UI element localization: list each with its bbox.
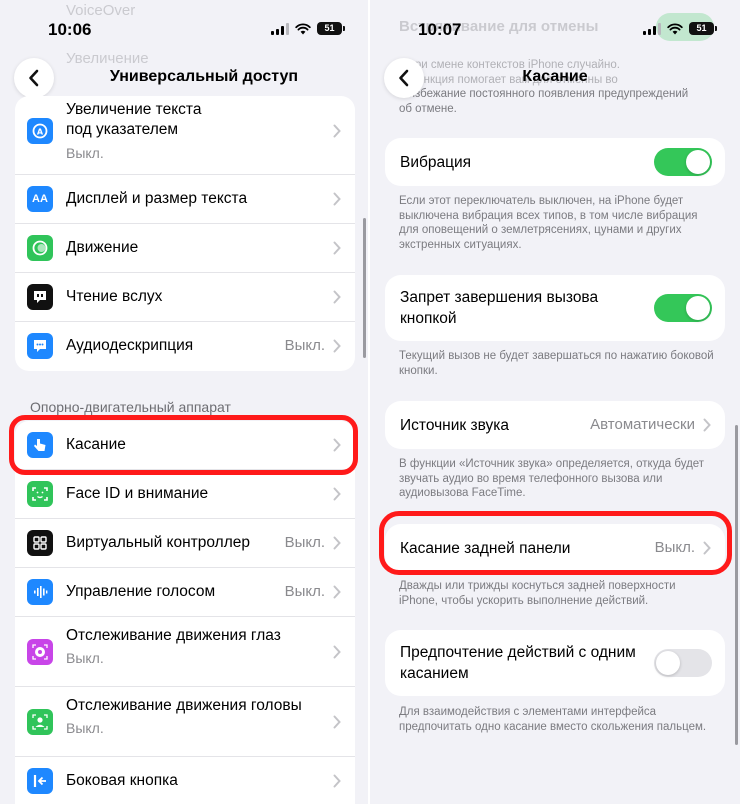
chevron-right-icon bbox=[333, 241, 341, 255]
wifi-icon bbox=[667, 22, 683, 34]
lock-to-end-call-label: Запрет завершения вызова bbox=[400, 289, 599, 306]
list-item-label: Чтение вслух bbox=[66, 288, 163, 305]
list-item-value: Выкл. bbox=[284, 337, 325, 354]
chevron-right-icon bbox=[333, 585, 341, 599]
list-item-label: Боковая кнопка bbox=[66, 772, 178, 789]
head-tracking-icon bbox=[27, 709, 53, 735]
highlight-annotation bbox=[379, 511, 732, 575]
prefer-single-touch-label: Предпочтение действий с одним bbox=[400, 644, 636, 661]
battery-icon: 51 bbox=[689, 22, 717, 35]
call-audio-routing-value: Автоматически bbox=[590, 416, 695, 433]
chevron-right-icon bbox=[333, 124, 341, 138]
list-item-label: под указателем bbox=[66, 121, 179, 138]
call-audio-routing-row[interactable]: Источник звука Автоматически bbox=[385, 401, 725, 449]
list-item-value: Выкл. bbox=[284, 534, 325, 551]
list-item-label: Face ID и внимание bbox=[66, 485, 209, 502]
navigation-bar: Универсальный доступ bbox=[0, 58, 368, 98]
switch-control-icon bbox=[27, 530, 53, 556]
page-title: Касание bbox=[522, 68, 588, 85]
eye-tracking-icon bbox=[27, 639, 53, 665]
list-item-head-tracking[interactable]: Отслеживание движения головы Выкл. bbox=[15, 687, 355, 757]
vibration-row[interactable]: Вибрация bbox=[385, 138, 725, 186]
list-item-eye-tracking[interactable]: Отслеживание движения глаз Выкл. bbox=[15, 617, 355, 687]
chevron-right-icon bbox=[703, 418, 711, 432]
chevron-right-icon bbox=[333, 774, 341, 788]
list-item-switch-control[interactable]: Виртуальный контроллер Выкл. bbox=[15, 519, 355, 568]
voice-control-icon bbox=[27, 579, 53, 605]
prefer-single-touch-toggle[interactable] bbox=[654, 649, 712, 677]
chevron-right-icon bbox=[333, 536, 341, 550]
list-item-audio-descriptions[interactable]: Аудиодескрипция Выкл. bbox=[15, 322, 355, 371]
chevron-right-icon bbox=[333, 290, 341, 304]
list-item-label: Движение bbox=[66, 239, 139, 256]
lock-to-end-call-row[interactable]: Запрет завершения вызова кнопкой bbox=[385, 275, 725, 341]
status-time: 10:06 bbox=[48, 20, 92, 39]
list-item-label: Отслеживание движения глаз bbox=[66, 627, 281, 644]
audio-description-icon bbox=[27, 333, 53, 359]
cellular-signal-icon bbox=[271, 22, 289, 35]
svg-text:A: A bbox=[37, 128, 44, 137]
list-item-hover-text[interactable]: A Увеличение текста под указателем Выкл. bbox=[15, 96, 355, 175]
list-item-label: Аудиодескрипция bbox=[66, 337, 194, 354]
back-tap-footer: Дважды или трижды коснуться задней повер… bbox=[399, 580, 676, 607]
list-item-value: Выкл. bbox=[66, 720, 104, 736]
side-button-icon bbox=[27, 768, 53, 794]
vibration-footer: Если этот переключатель выключен, на iPh… bbox=[399, 195, 698, 251]
list-item-label: Управление голосом bbox=[66, 583, 216, 600]
back-button[interactable] bbox=[14, 58, 54, 98]
chevron-left-icon bbox=[29, 69, 39, 87]
prefer-single-touch-footer: Для взаимодействия с элементами интерфей… bbox=[399, 706, 707, 733]
physical-motor-group: Касание Face ID и внимание Виртуальный к… bbox=[15, 421, 355, 804]
scrollbar[interactable] bbox=[363, 218, 366, 358]
chevron-right-icon bbox=[333, 339, 341, 353]
lock-to-end-call-toggle[interactable] bbox=[654, 294, 712, 322]
prefer-single-touch-label: касанием bbox=[400, 665, 469, 682]
list-item-display-text-size[interactable]: AA Дисплей и размер текста bbox=[15, 175, 355, 224]
navigation-bar: Касание bbox=[370, 58, 740, 98]
list-item-label: Виртуальный контроллер bbox=[66, 534, 250, 551]
call-audio-routing-footer: В функции «Источник звука» определяется,… bbox=[399, 458, 705, 499]
list-item-value: Выкл. bbox=[66, 145, 104, 161]
chevron-left-icon bbox=[399, 69, 409, 87]
list-item-voice-control[interactable]: Управление голосом Выкл. bbox=[15, 568, 355, 617]
scrollbar[interactable] bbox=[735, 425, 738, 745]
motion-icon bbox=[27, 235, 53, 261]
touch-settings-screen: Встряхивание для отмены ...при смене кон… bbox=[370, 0, 740, 804]
lock-to-end-call-footer: Текущий вызов не будет завершаться по на… bbox=[399, 350, 714, 377]
page-title: Универсальный доступ bbox=[109, 68, 299, 85]
status-bar: 10:06 51 bbox=[0, 0, 368, 56]
highlight-annotation bbox=[9, 415, 358, 475]
vibration-label: Вибрация bbox=[400, 154, 472, 171]
list-item-label: Отслеживание движения головы bbox=[66, 697, 302, 714]
battery-icon: 51 bbox=[317, 22, 345, 35]
list-item-label: Дисплей и размер текста bbox=[66, 190, 248, 207]
cellular-signal-icon bbox=[643, 22, 661, 35]
speech-icon bbox=[27, 284, 53, 310]
section-header: Опорно-двигательный аппарат bbox=[30, 399, 231, 415]
chevron-right-icon bbox=[333, 715, 341, 729]
vibration-toggle[interactable] bbox=[654, 148, 712, 176]
chevron-right-icon bbox=[333, 487, 341, 501]
list-item-face-id-attention[interactable]: Face ID и внимание bbox=[15, 470, 355, 519]
list-item-value: Выкл. bbox=[284, 583, 325, 600]
call-audio-routing-label: Источник звука bbox=[400, 417, 509, 434]
accessibility-screen: VoiceOver Увеличение 10:06 51 Универсаль… bbox=[0, 0, 368, 804]
wifi-icon bbox=[295, 22, 311, 34]
vision-settings-group: A Увеличение текста под указателем Выкл.… bbox=[15, 96, 355, 371]
prefer-single-touch-row[interactable]: Предпочтение действий с одним касанием bbox=[385, 630, 725, 696]
face-id-icon bbox=[27, 481, 53, 507]
list-item-spoken-content[interactable]: Чтение вслух bbox=[15, 273, 355, 322]
list-item-value: Выкл. bbox=[66, 650, 104, 666]
chevron-right-icon bbox=[333, 645, 341, 659]
text-size-icon: AA bbox=[27, 186, 53, 212]
list-item-side-button[interactable]: Боковая кнопка bbox=[15, 757, 355, 804]
status-bar: 10:07 51 bbox=[370, 0, 740, 56]
list-item-motion[interactable]: Движение bbox=[15, 224, 355, 273]
list-item-label: Увеличение текста bbox=[66, 101, 202, 118]
chevron-right-icon bbox=[333, 192, 341, 206]
text-zoom-icon: A bbox=[27, 118, 53, 144]
lock-to-end-call-label: кнопкой bbox=[400, 310, 457, 327]
status-time: 10:07 bbox=[418, 20, 462, 39]
